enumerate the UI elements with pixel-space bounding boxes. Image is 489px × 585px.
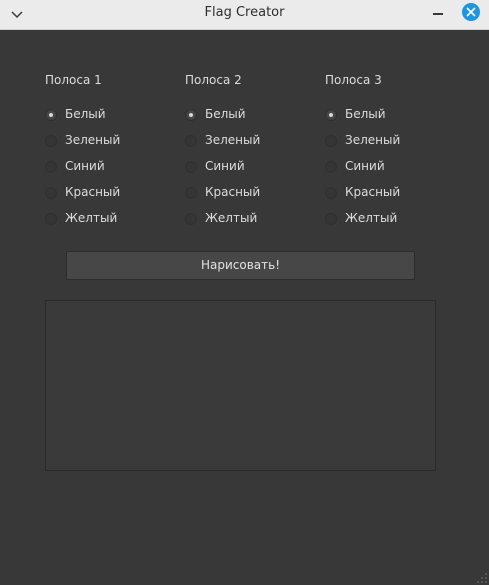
- stripe-1-option-white[interactable]: Белый: [45, 107, 165, 135]
- stripe-3-option-blue[interactable]: Синий: [325, 159, 445, 187]
- stripe-1-option-blue[interactable]: Синий: [45, 159, 165, 187]
- flag-canvas: [45, 300, 436, 471]
- close-icon: [466, 7, 476, 17]
- resize-grip-icon[interactable]: [473, 569, 489, 585]
- option-label: Белый: [345, 107, 386, 121]
- radio-button[interactable]: [45, 135, 57, 147]
- radio-button[interactable]: [325, 161, 337, 173]
- stripe-1-option-red[interactable]: Красный: [45, 185, 165, 213]
- close-button[interactable]: [462, 3, 480, 21]
- stripe-1-option-yellow[interactable]: Желтый: [45, 211, 165, 239]
- stripe-3-group: Полоса 3 Белый Зеленый Синий Красный Жел…: [325, 72, 445, 239]
- radio-button[interactable]: [325, 213, 337, 225]
- stripe-3-option-green[interactable]: Зеленый: [325, 133, 445, 161]
- window-title: Flag Creator: [204, 5, 285, 20]
- stripe-2-group: Полоса 2 Белый Зеленый Синий Красный Жел…: [185, 72, 305, 239]
- stripe-1-group: Полоса 1 Белый Зеленый Синий Красный Жел…: [45, 72, 165, 239]
- minimize-button[interactable]: [433, 13, 443, 15]
- radio-button[interactable]: [185, 187, 197, 199]
- stripe-2-option-yellow[interactable]: Желтый: [185, 211, 305, 239]
- option-label: Желтый: [205, 211, 258, 225]
- option-label: Синий: [65, 159, 105, 173]
- radio-button[interactable]: [45, 213, 57, 225]
- option-label: Зеленый: [205, 133, 261, 147]
- radio-button[interactable]: [325, 109, 337, 121]
- option-label: Белый: [65, 107, 106, 121]
- option-label: Зеленый: [345, 133, 401, 147]
- option-label: Желтый: [65, 211, 118, 225]
- option-label: Красный: [205, 185, 261, 199]
- radio-button[interactable]: [45, 161, 57, 173]
- radio-button[interactable]: [185, 161, 197, 173]
- option-label: Синий: [205, 159, 245, 173]
- radio-button[interactable]: [185, 213, 197, 225]
- title-bar: Flag Creator: [0, 0, 489, 30]
- stripe-1-label: Полоса 1: [45, 73, 102, 87]
- stripe-2-label: Полоса 2: [185, 73, 242, 87]
- stripe-2-option-red[interactable]: Красный: [185, 185, 305, 213]
- radio-button[interactable]: [45, 109, 57, 121]
- radio-button[interactable]: [185, 109, 197, 121]
- option-label: Красный: [345, 185, 401, 199]
- option-label: Синий: [345, 159, 385, 173]
- radio-button[interactable]: [325, 187, 337, 199]
- stripe-3-option-red[interactable]: Красный: [325, 185, 445, 213]
- option-label: Красный: [65, 185, 121, 199]
- stripe-3-option-yellow[interactable]: Желтый: [325, 211, 445, 239]
- option-label: Белый: [205, 107, 246, 121]
- stripe-2-option-white[interactable]: Белый: [185, 107, 305, 135]
- stripe-1-option-green[interactable]: Зеленый: [45, 133, 165, 161]
- radio-button[interactable]: [45, 187, 57, 199]
- radio-button[interactable]: [185, 135, 197, 147]
- app-window: Flag Creator Полоса 1 Белый Зеленый Сини…: [0, 0, 489, 585]
- stripe-2-option-blue[interactable]: Синий: [185, 159, 305, 187]
- stripe-2-option-green[interactable]: Зеленый: [185, 133, 305, 161]
- radio-button[interactable]: [325, 135, 337, 147]
- stripe-3-label: Полоса 3: [325, 73, 382, 87]
- stripe-3-option-white[interactable]: Белый: [325, 107, 445, 135]
- draw-button[interactable]: Нарисовать!: [66, 251, 415, 280]
- option-label: Желтый: [345, 211, 398, 225]
- option-label: Зеленый: [65, 133, 121, 147]
